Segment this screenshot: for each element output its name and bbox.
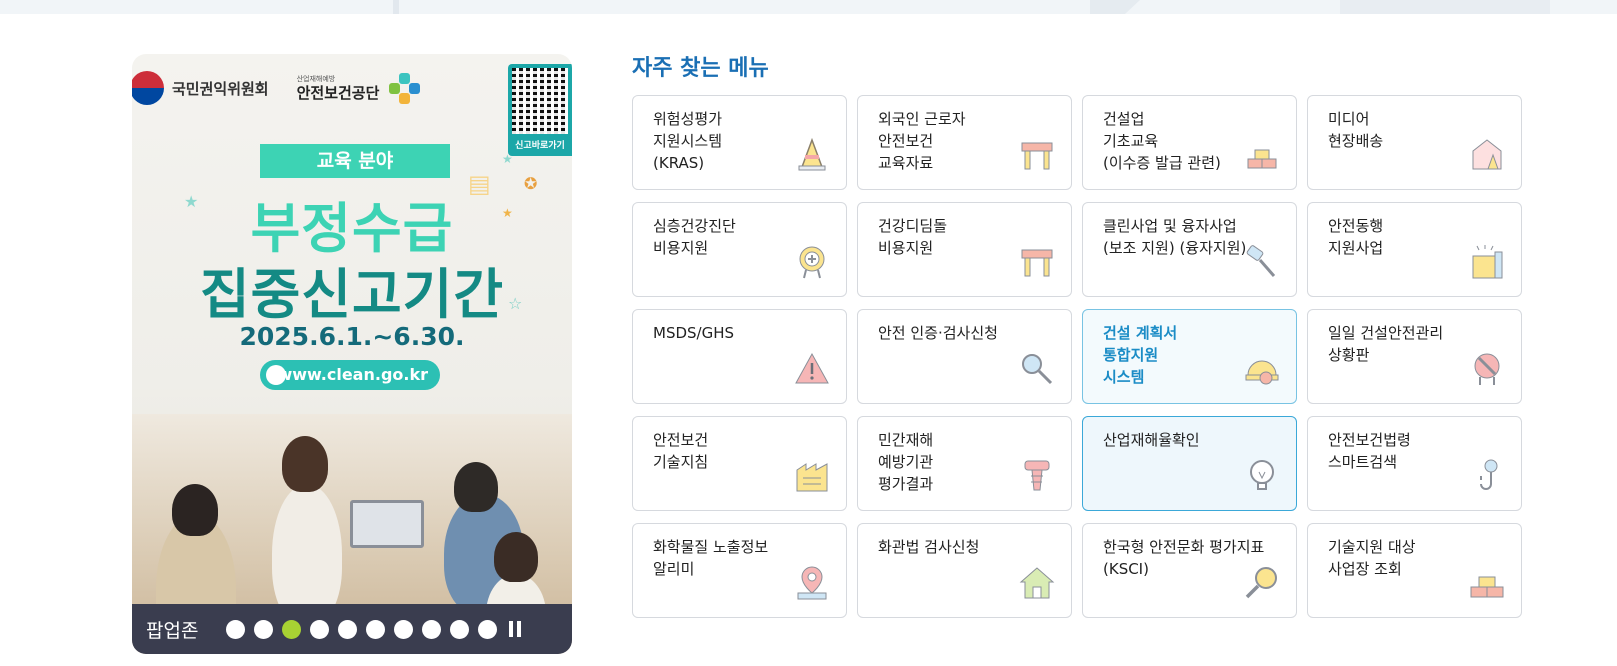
campaign-url[interactable]: www.clean.go.kr xyxy=(260,360,440,390)
popup-zone-label: 팝업존 xyxy=(146,619,199,642)
menu-card-private-prevention[interactable]: 민간재해 예방기관 평가결과 xyxy=(857,416,1072,511)
menu-card-label: 산업재해율확인 xyxy=(1103,431,1200,449)
menu-card-safety-certification[interactable]: 안전 인증·검사신청 xyxy=(857,309,1072,404)
qr-code-image xyxy=(512,68,568,134)
menu-card-law-smart-search[interactable]: 안전보건법령 스마트검색 xyxy=(1307,416,1522,511)
person-head xyxy=(172,484,218,536)
menu-card-msds-ghs[interactable]: MSDS/GHS xyxy=(632,309,847,404)
house-cone-icon xyxy=(1472,139,1502,170)
lightbulb-icon xyxy=(1250,460,1274,490)
org-name-acrc: 국민권익위원회 xyxy=(172,79,269,98)
slide-dot-active[interactable] xyxy=(282,619,302,639)
person-head xyxy=(494,532,538,582)
home-icon xyxy=(1019,567,1055,599)
pause-button[interactable] xyxy=(509,621,523,637)
drill-icon xyxy=(1246,245,1276,277)
menu-card-foreign-workers[interactable]: 외국인 근로자 안전보건 교육자료 xyxy=(857,95,1072,190)
menu-card-clean-business[interactable]: 클린사업 및 융자사업 (보조 지원) (융자지원) xyxy=(1082,202,1297,297)
menu-card-chemical-inspection[interactable]: 화관법 검사신청 xyxy=(857,523,1072,618)
building-icon xyxy=(1472,245,1503,279)
menu-card-safety-companion[interactable]: 안전동행 지원사업 xyxy=(1307,202,1522,297)
slide-dot[interactable] xyxy=(254,619,274,639)
menu-card-construction-basic-edu[interactable]: 건설업 기초교육 (이수증 발급 관련) xyxy=(1082,95,1297,190)
menu-card-label: 안전 인증·검사신청 xyxy=(878,324,998,342)
medical-badge-icon xyxy=(799,246,825,279)
headline-2: 집중신고기간 xyxy=(199,263,505,326)
star-icon: ★ xyxy=(502,152,513,166)
person-head xyxy=(454,462,498,512)
top-strip xyxy=(0,0,1617,14)
slide-dot[interactable] xyxy=(422,619,442,639)
campaign-url-text: www.clean.go.kr xyxy=(277,365,428,384)
menu-card-industrial-accident-rate[interactable]: 산업재해율확인 xyxy=(1082,416,1297,511)
factory-icon xyxy=(796,463,828,492)
magnifier-icon xyxy=(1245,567,1277,599)
org-name-kosha-small: 산업재해예방 xyxy=(296,74,336,83)
map-pin-icon xyxy=(797,566,827,600)
slide-dot[interactable] xyxy=(310,619,330,639)
crane-hook-icon xyxy=(1480,459,1498,490)
slide-dot[interactable] xyxy=(226,619,246,639)
menu-card-technical-support-lookup[interactable]: 기술지원 대상 사업장 조회 xyxy=(1307,523,1522,618)
menu-title: 자주 찾는 메뉴 xyxy=(632,56,769,81)
top-strip-decoration xyxy=(1090,0,1140,14)
wrench-search-icon xyxy=(1022,354,1053,385)
popup-logos: 국민권익위원회 산업재해예방 안전보건공단 xyxy=(132,68,421,108)
menu-card-kras[interactable]: 위험성평가 지원시스템 (KRAS) xyxy=(632,95,847,190)
qr-code[interactable]: 신고바로가기 xyxy=(508,64,572,156)
bricks-icon xyxy=(1247,149,1277,169)
menu-card-label: MSDS/GHS xyxy=(653,324,735,342)
campaign-period: 2025.6.1.~6.30. xyxy=(239,322,465,351)
org-name-kosha-big: 안전보건공단 xyxy=(296,83,380,102)
slide-dot[interactable] xyxy=(366,619,386,639)
slide-dot[interactable] xyxy=(394,619,414,639)
screw-icon xyxy=(1024,460,1050,491)
slide-dot[interactable] xyxy=(338,619,358,639)
qr-label: 신고바로가기 xyxy=(515,141,565,151)
top-strip-decoration xyxy=(1340,0,1550,14)
barrier-icon xyxy=(1021,142,1053,170)
category-ribbon: 교육 분야 xyxy=(260,144,450,178)
kosha-logo-icon xyxy=(389,73,421,104)
laptop-image xyxy=(350,500,424,548)
menu-card-daily-construction-safety[interactable]: 일일 건설안전관리 상황판 xyxy=(1307,309,1522,404)
no-entry-sign-icon xyxy=(1474,353,1500,385)
slide-dot[interactable] xyxy=(478,619,498,639)
warning-icon xyxy=(795,352,829,384)
menu-card-chemical-exposure[interactable]: 화학물질 노출정보 알리미 xyxy=(632,523,847,618)
popup-banner[interactable]: 국민권익위원회 산업재해예방 안전보건공단 신고바로가기 ★ ★ ★ ☆ ▤ ✪… xyxy=(132,54,572,654)
taegeuk-logo-icon xyxy=(132,71,164,105)
traffic-cone-icon xyxy=(798,137,826,171)
slide-indicators xyxy=(226,619,498,639)
menu-card-label: 화관법 검사신청 xyxy=(878,538,980,556)
menu-card-health-exam[interactable]: 심층건강진단 비용지원 xyxy=(632,202,847,297)
barrier-icon xyxy=(1021,249,1053,277)
slide-dot[interactable] xyxy=(450,619,470,639)
top-strip-divider xyxy=(393,0,399,14)
menu-card-health-stepping-stone[interactable]: 건강디딤돌 비용지원 xyxy=(857,202,1072,297)
hardhat-icon xyxy=(1245,360,1279,385)
menu-card-media[interactable]: 미디어 현장배송 xyxy=(1307,95,1522,190)
org-name-kosha: 산업재해예방 안전보건공단 xyxy=(296,74,380,102)
popup-controls: 팝업존 xyxy=(132,604,572,654)
menu-card-ksci[interactable]: 한국형 안전문화 평가지표 (KSCI) xyxy=(1082,523,1297,618)
person-figure xyxy=(272,484,342,624)
menu-card-technical-guidelines[interactable]: 안전보건 기술지침 xyxy=(632,416,847,511)
quick-menu-grid: 위험성평가 지원시스템 (KRAS) 외국인 근로자 안전보건 교육자료 건설업… xyxy=(632,95,1522,618)
person-head xyxy=(282,436,328,492)
bricks-icon xyxy=(1470,576,1504,598)
menu-card-construction-plan[interactable]: 건설 계획서 통합지원 시스템 xyxy=(1082,309,1297,404)
globe-icon xyxy=(266,365,286,385)
